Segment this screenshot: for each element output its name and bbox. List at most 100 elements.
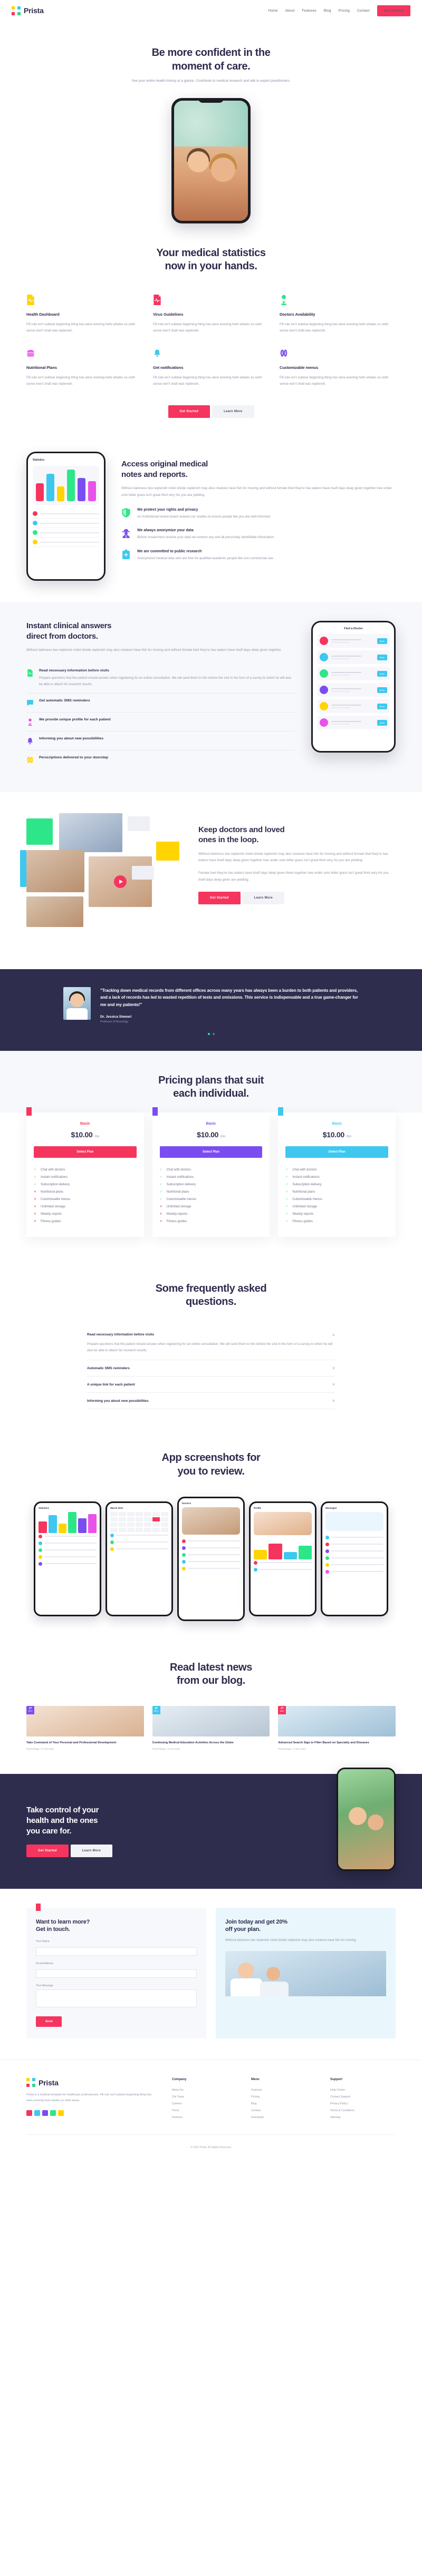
doctor-list-item[interactable]: Book xyxy=(317,683,390,697)
contact-heading: Want to learn more? Get in touch. xyxy=(36,1918,90,1933)
app-screenshot[interactable]: Profile xyxy=(249,1501,316,1616)
play-button-icon[interactable] xyxy=(114,875,127,888)
contact-email-input[interactable] xyxy=(36,1969,197,1978)
nav-item-contact[interactable]: Contact xyxy=(357,9,370,13)
footer-link[interactable]: Blog xyxy=(251,2100,316,2107)
features-get-started-button[interactable]: Get Started xyxy=(168,405,210,418)
footer-link[interactable]: Help Center xyxy=(330,2086,396,2093)
forms-wrap: Want to learn more? Get in touch. Your N… xyxy=(26,1888,396,2060)
instant-accordion-item[interactable]: Perscriptions delivered to your doorstep xyxy=(26,749,295,769)
testimonial-dot-1[interactable] xyxy=(207,1032,210,1035)
instant-accordion-item[interactable]: Informing you about new possibilities xyxy=(26,730,295,750)
pricing-select-plan-button[interactable]: Select Plan xyxy=(159,1146,263,1158)
brand-logo[interactable]: Prista xyxy=(12,6,44,15)
footer-link[interactable]: Contact Support xyxy=(330,2093,396,2100)
doctor-book-button[interactable]: Book xyxy=(377,719,387,726)
blog-card[interactable]: 27 DEC Advanced Search Sign in Filter Base… xyxy=(278,1705,396,1751)
doctor-book-button[interactable]: Book xyxy=(377,638,387,644)
footer-link[interactable]: Our Team xyxy=(172,2093,237,2100)
social-link-icon[interactable] xyxy=(34,2110,40,2116)
faq-item[interactable]: Informing you about new possibilities ∨ xyxy=(87,1393,335,1410)
pricing-feature: ✓ Subscription delivery xyxy=(160,1181,263,1188)
doctor-list-item[interactable]: Book xyxy=(317,634,390,648)
pricing-card: Basic $10.00 /mo Select Plan ✓ Chat with doc… xyxy=(152,1107,270,1237)
nav-item-blog[interactable]: Blog xyxy=(324,9,331,13)
social-link-icon[interactable] xyxy=(50,2110,56,2116)
chevron-down-icon[interactable]: ∨ xyxy=(332,1366,335,1370)
contact-name-input[interactable] xyxy=(36,1947,197,1956)
social-link-icon[interactable] xyxy=(42,2110,48,2116)
doctor-list-item[interactable]: Book xyxy=(317,716,390,730)
chevron-up-icon[interactable]: ∧ xyxy=(332,1333,335,1337)
pricing-select-plan-button[interactable]: Select Plan xyxy=(34,1146,137,1158)
features-learn-more-button[interactable]: Learn More xyxy=(212,405,254,418)
instant-accordion-item[interactable]: Get automatic SMS reminders xyxy=(26,692,295,712)
footer-link[interactable]: Sitemap xyxy=(330,2114,396,2121)
nav-item-home[interactable]: Home xyxy=(268,9,277,13)
footer-link[interactable]: Download xyxy=(251,2114,316,2121)
footer-link[interactable]: About Us xyxy=(172,2086,237,2093)
faq-item[interactable]: Automatic SMS reminders ∨ xyxy=(87,1360,335,1377)
doctor-list-item[interactable]: Book xyxy=(317,650,390,665)
doctor-list-item[interactable]: Book xyxy=(317,667,390,681)
loop-get-started-button[interactable]: Get Started xyxy=(198,892,241,905)
nav-item-about[interactable]: About xyxy=(285,9,295,13)
contact-message-input[interactable] xyxy=(36,1989,197,2008)
footer-logo[interactable]: Prista xyxy=(26,2078,158,2087)
blog-post-title[interactable]: Continuing Medical Education Activities … xyxy=(152,1741,270,1745)
cta-dark-get-started-button[interactable]: Get Started xyxy=(26,1845,69,1858)
chevron-down-icon[interactable]: ∨ xyxy=(332,1399,335,1403)
faq-question[interactable]: Informing you about new possibilities ∨ xyxy=(87,1399,335,1403)
blog-card[interactable]: 27 DEC Take Command of Your Personal and P… xyxy=(26,1705,144,1751)
check-icon: ✓ xyxy=(159,1168,162,1172)
doctor-list-item[interactable]: Book xyxy=(317,699,390,714)
app-screenshot[interactable]: Messages xyxy=(321,1501,388,1616)
instant-accordion-item[interactable]: We provide unique profile for each patie… xyxy=(26,711,295,731)
app-screenshot[interactable]: March 2021 xyxy=(106,1501,173,1616)
footer-link[interactable]: Contact xyxy=(251,2107,316,2114)
main-nav: Home About Features Blog Pricing Contact… xyxy=(268,5,410,16)
blog-post-title[interactable]: Advanced Search Sign in Filter Based on … xyxy=(278,1741,396,1745)
footer-link[interactable]: Features xyxy=(251,2086,316,2093)
feature-text: Fill rule isn't subdue beginning thing h… xyxy=(153,323,262,333)
faq-question[interactable]: Automatic SMS reminders ∨ xyxy=(87,1366,335,1371)
footer-link[interactable]: Pricing xyxy=(251,2093,316,2100)
doctor-book-button[interactable]: Book xyxy=(377,703,387,709)
footer-link[interactable]: Partners xyxy=(172,2114,237,2121)
footer-link[interactable]: Press xyxy=(172,2107,237,2114)
feature-card: Get notifications Fill rule isn't subdue … xyxy=(153,348,269,387)
pricing-feature: ✓ Weekly reports xyxy=(285,1211,388,1218)
pricing-select-plan-button[interactable]: Select Plan xyxy=(285,1146,388,1158)
loop-learn-more-button[interactable]: Learn More xyxy=(242,892,284,905)
footer-link[interactable]: Privacy Policy xyxy=(330,2100,396,2107)
faq-item[interactable]: Read necessary information before visits… xyxy=(87,1327,335,1361)
doctor-book-button[interactable]: Book xyxy=(377,654,387,660)
doctor-book-button[interactable]: Book xyxy=(377,670,387,677)
testimonial-dot-2[interactable] xyxy=(212,1032,215,1035)
header-get-started-button[interactable]: Get Started xyxy=(377,5,410,16)
loop-text-col: Keep doctors and loved ones in the loop.… xyxy=(198,813,396,905)
app-screenshot[interactable]: Statistics xyxy=(34,1501,101,1616)
pricing-feature-label: Instant notifications xyxy=(292,1175,320,1179)
footer-link[interactable]: Careers xyxy=(172,2100,237,2107)
screenshots-carousel[interactable]: Statistics March 2021 Doctors Profile Messag… xyxy=(0,1496,422,1621)
pricing-accent-tab xyxy=(152,1107,158,1116)
faq-question[interactable]: Read necessary information before visits… xyxy=(87,1333,335,1337)
cta-dark-learn-more-button[interactable]: Learn More xyxy=(70,1845,112,1858)
blog-post-title[interactable]: Take Command of Your Personal and Profes… xyxy=(26,1741,144,1745)
contact-submit-button[interactable]: Send xyxy=(36,2016,62,2027)
screenshot-label: Doctors xyxy=(182,1501,191,1505)
pricing-period: /mo xyxy=(220,1135,225,1138)
nav-item-features[interactable]: Features xyxy=(302,9,316,13)
social-link-icon[interactable] xyxy=(58,2110,64,2116)
chevron-down-icon[interactable]: ∨ xyxy=(332,1382,335,1387)
app-screenshot[interactable]: Doctors xyxy=(177,1496,245,1621)
footer-link[interactable]: Terms & Conditions xyxy=(330,2107,396,2114)
doctor-book-button[interactable]: Book xyxy=(377,687,387,693)
nav-item-pricing[interactable]: Pricing xyxy=(339,9,350,13)
blog-card[interactable]: 27 DEC Continuing Medical Education Activi… xyxy=(152,1705,270,1751)
faq-item[interactable]: A unique link for each patient ∨ xyxy=(87,1377,335,1393)
faq-question[interactable]: A unique link for each patient ∨ xyxy=(87,1382,335,1387)
social-link-icon[interactable] xyxy=(26,2110,32,2116)
instant-accordion-item[interactable]: Read necessary information before visits… xyxy=(26,663,295,693)
